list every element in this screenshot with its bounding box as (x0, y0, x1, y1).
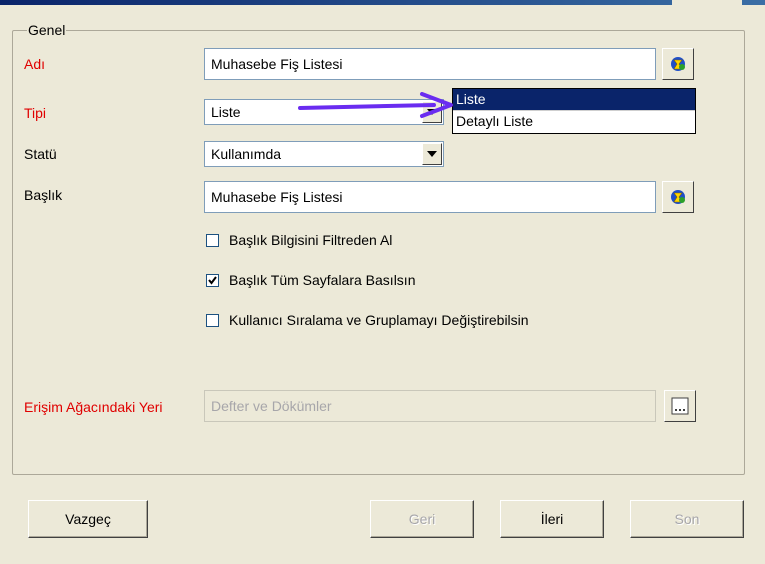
ellipsis-icon (671, 397, 689, 415)
checkmark-icon (208, 275, 217, 285)
checkbox-title-all-pages[interactable]: Başlık Tüm Sayfalara Basılsın (206, 272, 415, 288)
access-tree-browse-button[interactable] (664, 390, 696, 422)
title-label: Başlık (24, 187, 63, 203)
back-button: Geri (370, 500, 474, 538)
name-label: Adı (24, 56, 46, 72)
translate-icon (671, 57, 685, 71)
type-option-liste[interactable]: Liste (453, 89, 695, 110)
window-title-bar-edge (0, 0, 765, 5)
translate-icon (671, 190, 685, 204)
title-translate-button[interactable] (662, 181, 694, 213)
title-input[interactable]: Muhasebe Fiş Listesi (204, 181, 656, 213)
name-input[interactable]: Muhasebe Fiş Listesi (204, 48, 656, 80)
status-label: Statü (24, 146, 57, 162)
name-translate-button[interactable] (662, 48, 694, 80)
checkbox-label: Kullanıcı Sıralama ve Gruplamayı Değişti… (229, 312, 529, 328)
type-label: Tipi (24, 105, 47, 121)
annotation-arrow (298, 92, 453, 118)
checkbox-box[interactable] (206, 273, 219, 287)
cancel-button[interactable]: Vazgeç (28, 500, 148, 538)
dropdown-arrow-icon (427, 151, 437, 157)
checkbox-user-sort-group[interactable]: Kullanıcı Sıralama ve Gruplamayı Değişti… (206, 312, 529, 328)
group-title: Genel (28, 22, 66, 38)
type-dropdown-list[interactable]: Liste Detaylı Liste (452, 88, 696, 134)
next-button[interactable]: İleri (500, 500, 604, 538)
access-tree-label: Erişim Ağacındaki Yeri (24, 399, 163, 415)
status-dropdown-button[interactable] (422, 143, 442, 165)
checkbox-box[interactable] (206, 313, 219, 327)
type-select-value: Liste (211, 104, 241, 120)
title-bar-gap (672, 0, 742, 5)
status-select[interactable]: Kullanımda (204, 141, 444, 167)
access-tree-input: Defter ve Dökümler (204, 390, 656, 422)
status-select-value: Kullanımda (211, 146, 282, 162)
type-option-detayli-liste[interactable]: Detaylı Liste (453, 110, 695, 132)
checkbox-label: Başlık Tüm Sayfalara Basılsın (229, 272, 416, 288)
checkbox-box[interactable] (206, 233, 219, 247)
checkbox-title-from-filter[interactable]: Başlık Bilgisini Filtreden Al (206, 232, 392, 248)
checkbox-label: Başlık Bilgisini Filtreden Al (229, 232, 393, 248)
finish-button: Son (630, 500, 744, 538)
